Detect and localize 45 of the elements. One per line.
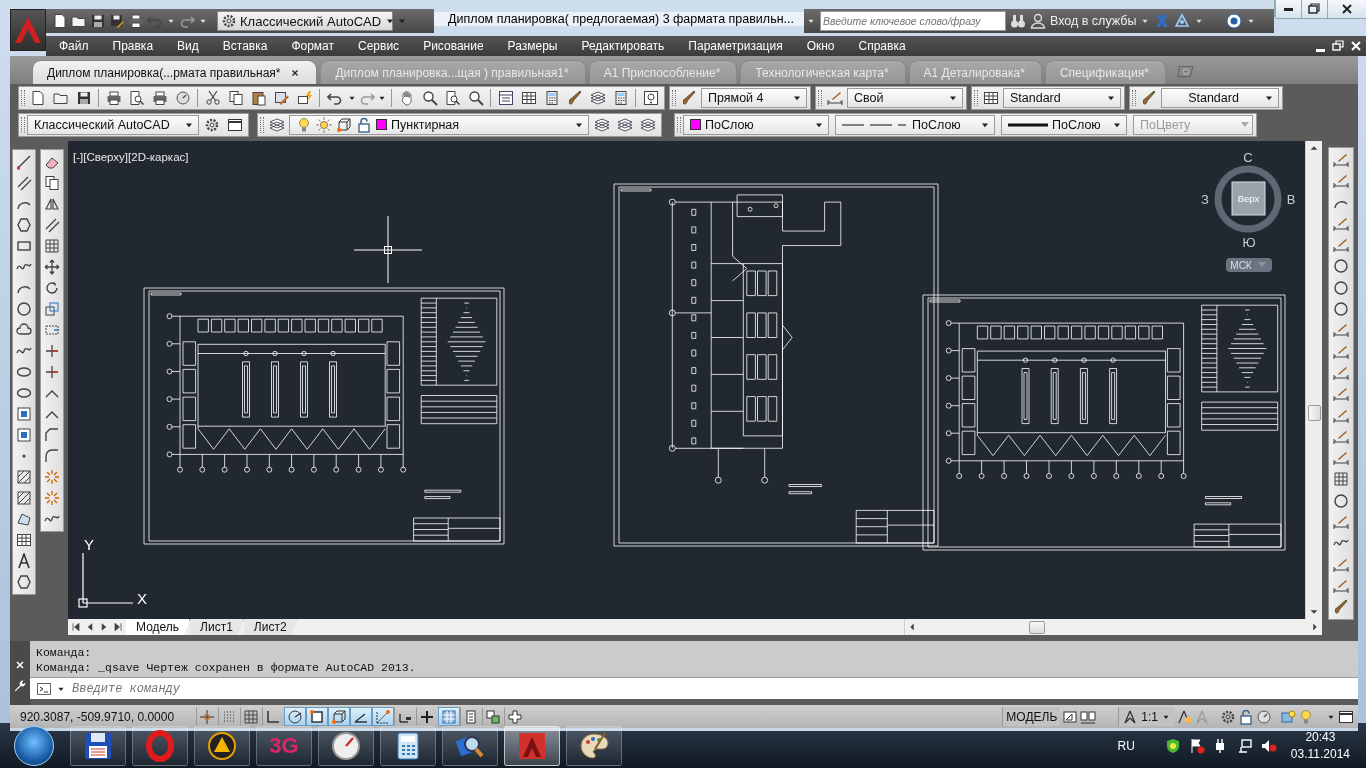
color-dropdown[interactable]: ПоСлою	[683, 114, 829, 135]
menu-item[interactable]: Справка	[858, 39, 906, 53]
multileader-style-dropdown[interactable]: Standard	[1161, 87, 1279, 108]
text-style-dropdown[interactable]: Прямой 4	[701, 87, 807, 108]
command-history-line: Команда: _qsave Чертеж сохранен в формате AutoCAD 2013.	[36, 660, 417, 675]
layout-tab[interactable]: Лист2	[243, 619, 298, 635]
y-axis-label: Y	[84, 536, 94, 553]
lineweight-dropdown[interactable]: ПоСлою	[1001, 114, 1127, 135]
menu-item[interactable]: Правка	[112, 39, 154, 53]
menu-item[interactable]: Файл	[59, 39, 89, 53]
x-axis-label: X	[137, 590, 147, 607]
viewport-controls-label[interactable]: [-][Сверху][2D-каркас]	[73, 151, 189, 163]
menu-item[interactable]: Редактировать	[581, 39, 665, 53]
table-style-dropdown[interactable]: Standard	[1003, 87, 1121, 108]
menu-item[interactable]: Вставка	[222, 39, 268, 53]
menu-item[interactable]: Вид	[177, 39, 199, 53]
compass-north-label[interactable]: С	[1243, 150, 1253, 165]
compass-east-label[interactable]: В	[1286, 192, 1296, 207]
coordinates-readout: 920.3087, -509.9710, 0.0000	[19, 709, 176, 724]
workspace-dropdown[interactable]: Классический AutoCAD	[27, 114, 199, 135]
workspace-dropdown[interactable]: Классический AutoCAD	[217, 11, 393, 31]
linetype-dropdown[interactable]: ПоСлою	[835, 114, 995, 135]
layer-dropdown[interactable]: Пунктирная	[289, 114, 589, 135]
window-title: Диплом планировка( предлогаемая) 3 фармата правильн...	[434, 11, 804, 26]
clock[interactable]: 20:43 03.11.2014	[1290, 728, 1350, 763]
menu-item[interactable]: Формат	[291, 39, 335, 53]
language-indicator[interactable]: RU	[1117, 738, 1135, 753]
annotation-scale-button[interactable]: 1:1	[1118, 707, 1174, 726]
menu-item[interactable]: Рисование	[423, 39, 484, 53]
command-input-field[interactable]: Введите команду	[70, 679, 1358, 698]
compass-south-label[interactable]: Ю	[1242, 235, 1256, 250]
layout-tab[interactable]: Модель	[126, 619, 191, 635]
sign-in-link[interactable]: Вход в службы	[1050, 14, 1137, 28]
dimension-style-dropdown[interactable]: Свой	[847, 87, 963, 108]
menu-item[interactable]: Окно	[806, 39, 835, 53]
model-space-button[interactable]: МОДЕЛЬ	[1002, 707, 1061, 726]
command-history-line: Команда:	[36, 645, 93, 660]
ucs-menu-button[interactable]: МСК	[1226, 258, 1272, 272]
menu-item[interactable]: Размеры	[507, 39, 558, 53]
search-field[interactable]: Введите ключевое слово/фразу	[820, 11, 1006, 31]
menu-item[interactable]: Сервис	[358, 39, 400, 53]
document-tab[interactable]: Диплом планировка(...рмата правильная*	[32, 60, 318, 84]
menu-item[interactable]: Параметризация	[688, 39, 783, 53]
compass-west-label[interactable]: З	[1201, 192, 1209, 207]
layout-tab[interactable]: Лист1	[190, 619, 244, 635]
